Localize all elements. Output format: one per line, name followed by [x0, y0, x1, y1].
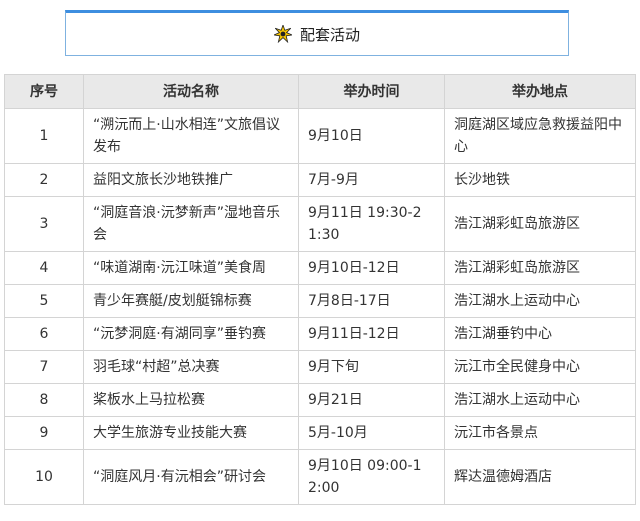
cell-name: 青少年赛艇/皮划艇锦标赛 — [83, 284, 299, 318]
cell-no: 1 — [4, 108, 84, 164]
cell-no: 8 — [4, 383, 84, 417]
table-row: 9 大学生旅游专业技能大赛 5月-10月 沅江市各景点 — [4, 416, 636, 450]
cell-name: 大学生旅游专业技能大赛 — [83, 416, 299, 450]
table-row: 7 羽毛球“村超”总决赛 9月下旬 沅江市全民健身中心 — [4, 350, 636, 384]
cell-place: 浩江湖水上运动中心 — [444, 383, 636, 417]
cell-time: 9月10日 — [298, 108, 445, 164]
table-row: 4 “味道湖南·沅江味道”美食周 9月10日-12日 浩江湖彩虹岛旅游区 — [4, 251, 636, 285]
cell-no: 5 — [4, 284, 84, 318]
cell-time: 9月21日 — [298, 383, 445, 417]
column-header-no: 序号 — [4, 74, 84, 109]
cell-name: 羽毛球“村超”总决赛 — [83, 350, 299, 384]
cell-no: 10 — [4, 449, 84, 505]
cell-no: 2 — [4, 163, 84, 197]
cell-place: 辉达温德姆酒店 — [444, 449, 636, 505]
cell-place: 沅江市全民健身中心 — [444, 350, 636, 384]
cell-name: 桨板水上马拉松赛 — [83, 383, 299, 417]
table-row: 6 “沅梦洞庭·有湖同享”垂钓赛 9月11日-12日 浩江湖垂钓中心 — [4, 317, 636, 351]
events-table: 序号 活动名称 举办时间 举办地点 1 “溯沅而上·山水相连”文旅倡议发布 9月… — [4, 74, 636, 505]
column-header-name: 活动名称 — [83, 74, 299, 109]
cell-name: “沅梦洞庭·有湖同享”垂钓赛 — [83, 317, 299, 351]
cell-place: 浩江湖彩虹岛旅游区 — [444, 251, 636, 285]
cell-name: “味道湖南·沅江味道”美食周 — [83, 251, 299, 285]
section-title-box: 配套活动 — [65, 10, 569, 56]
cell-time: 9月下旬 — [298, 350, 445, 384]
cell-name: 益阳文旅长沙地铁推广 — [83, 163, 299, 197]
cell-time: 9月11日-12日 — [298, 317, 445, 351]
cell-no: 4 — [4, 251, 84, 285]
table-row: 8 桨板水上马拉松赛 9月21日 浩江湖水上运动中心 — [4, 383, 636, 417]
cell-time: 7月8日-17日 — [298, 284, 445, 318]
table-row: 10 “洞庭风月·有沅相会”研讨会 9月10日 09:00-12:00 辉达温德… — [4, 449, 636, 505]
cell-no: 9 — [4, 416, 84, 450]
cell-no: 7 — [4, 350, 84, 384]
table-row: 5 青少年赛艇/皮划艇锦标赛 7月8日-17日 浩江湖水上运动中心 — [4, 284, 636, 318]
cell-place: 浩江湖彩虹岛旅游区 — [444, 196, 636, 252]
star-burst-icon — [272, 23, 294, 44]
cell-name: “洞庭音浪·沅梦新声”湿地音乐会 — [83, 196, 299, 252]
cell-place: 沅江市各景点 — [444, 416, 636, 450]
table-header-row: 序号 活动名称 举办时间 举办地点 — [4, 74, 636, 109]
cell-place: 洞庭湖区域应急救援益阳中心 — [444, 108, 636, 164]
cell-no: 6 — [4, 317, 84, 351]
cell-place: 长沙地铁 — [444, 163, 636, 197]
cell-place: 浩江湖水上运动中心 — [444, 284, 636, 318]
table-row: 1 “溯沅而上·山水相连”文旅倡议发布 9月10日 洞庭湖区域应急救援益阳中心 — [4, 108, 636, 164]
column-header-time: 举办时间 — [298, 74, 445, 109]
cell-no: 3 — [4, 196, 84, 252]
cell-time: 5月-10月 — [298, 416, 445, 450]
table-row: 3 “洞庭音浪·沅梦新声”湿地音乐会 9月11日 19:30-21:30 浩江湖… — [4, 196, 636, 252]
column-header-place: 举办地点 — [444, 74, 636, 109]
cell-time: 9月11日 19:30-21:30 — [298, 196, 445, 252]
cell-time: 9月10日 09:00-12:00 — [298, 449, 445, 505]
table-row: 2 益阳文旅长沙地铁推广 7月-9月 长沙地铁 — [4, 163, 636, 197]
cell-place: 浩江湖垂钓中心 — [444, 317, 636, 351]
cell-name: “洞庭风月·有沅相会”研讨会 — [83, 449, 299, 505]
cell-time: 9月10日-12日 — [298, 251, 445, 285]
cell-time: 7月-9月 — [298, 163, 445, 197]
cell-name: “溯沅而上·山水相连”文旅倡议发布 — [83, 108, 299, 164]
section-title: 配套活动 — [299, 25, 360, 44]
